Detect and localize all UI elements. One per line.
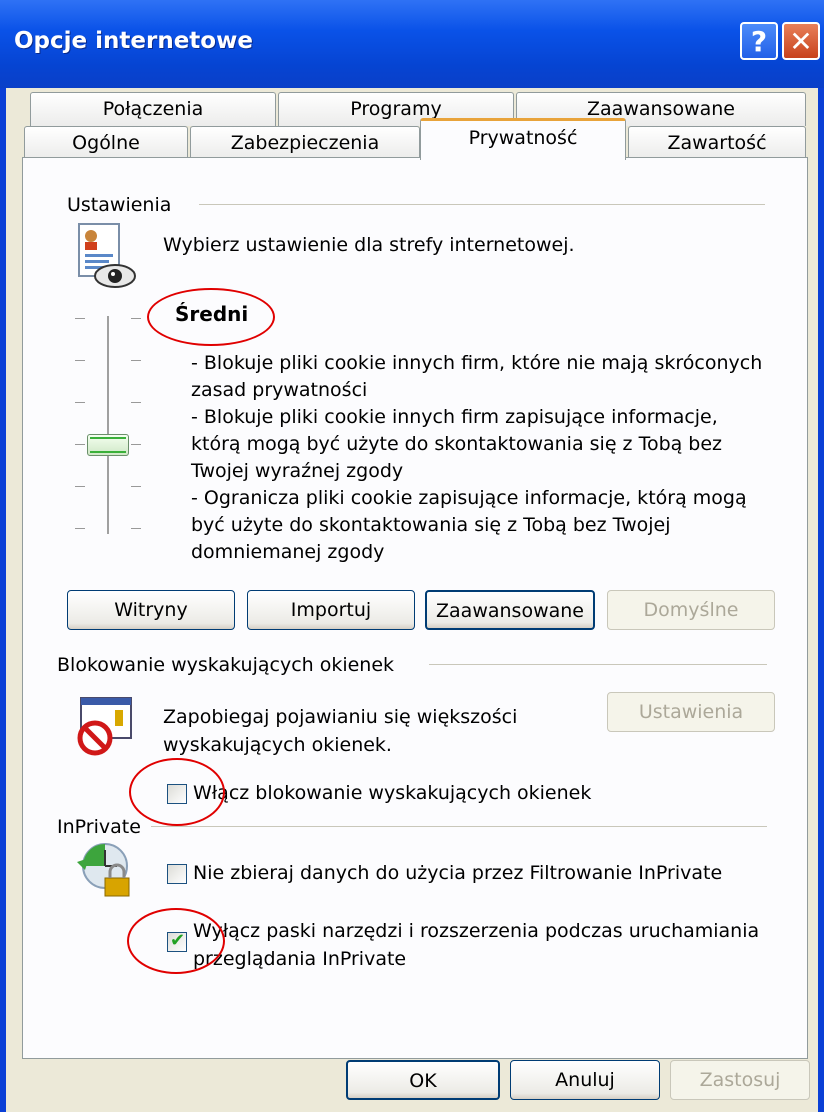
privacy-level-slider-thumb[interactable] bbox=[87, 434, 129, 456]
slider-tick bbox=[75, 402, 85, 403]
privacy-document-icon bbox=[78, 223, 136, 288]
title-bar[interactable]: Opcje internetowe ? ✕ bbox=[0, 0, 824, 88]
privacy-level-description: - Blokuje pliki cookie innych firm, któr… bbox=[191, 350, 762, 566]
slider-tick bbox=[131, 528, 141, 529]
description-line: którą mogą być użyte do skontaktowania s… bbox=[191, 433, 723, 455]
description-line: Twojej wyraźnej zgody bbox=[191, 460, 404, 482]
tab-prywatnosc[interactable]: Prywatność bbox=[420, 118, 626, 160]
privacy-level-slider-track[interactable] bbox=[103, 316, 115, 534]
tab-polaczenia[interactable]: Połączenia bbox=[30, 92, 276, 126]
tab-label: Prywatność bbox=[468, 127, 578, 149]
slider-tick bbox=[131, 318, 141, 319]
tab-label: Zawartość bbox=[667, 132, 767, 154]
popup-section-label: Blokowanie wyskakujących okienek bbox=[57, 654, 395, 676]
slider-tick bbox=[131, 360, 141, 361]
import-button[interactable]: Importuj bbox=[247, 590, 415, 630]
tab-label: Zaawansowane bbox=[587, 98, 735, 120]
popup-description-line2: wyskakujących okienek. bbox=[163, 734, 392, 756]
settings-section-label: Ustawienia bbox=[67, 194, 172, 216]
tab-ogolne[interactable]: Ogólne bbox=[24, 126, 188, 158]
window-title: Opcje internetowe bbox=[14, 28, 253, 54]
ok-button[interactable]: OK bbox=[346, 1060, 500, 1100]
privacy-panel: Ustawienia Wybierz ustawienie dla strefy… bbox=[22, 157, 808, 1059]
tab-label: Zabezpieczenia bbox=[230, 132, 380, 154]
section-divider bbox=[199, 204, 765, 205]
description-line: - Ogranicza pliki cookie zapisujące info… bbox=[191, 487, 747, 509]
description-line: być użyte do skontaktowania się z Tobą b… bbox=[191, 514, 671, 536]
disable-toolbars-checkbox-label-line2[interactable]: przeglądania InPrivate bbox=[193, 948, 406, 970]
sites-button[interactable]: Witryny bbox=[67, 590, 235, 630]
tab-zawartosc[interactable]: Zawartość bbox=[628, 126, 806, 158]
tab-label: Programy bbox=[350, 98, 442, 120]
inprivate-section-label: InPrivate bbox=[57, 816, 141, 838]
default-button[interactable]: Domyślne bbox=[607, 590, 775, 630]
tab-label: Ogólne bbox=[72, 132, 140, 154]
help-icon: ? bbox=[750, 25, 768, 58]
popup-blocker-checkbox-label[interactable]: Włącz blokowanie wyskakujących okienek bbox=[193, 782, 591, 804]
popup-settings-button[interactable]: Ustawienia bbox=[607, 692, 775, 732]
inprivate-lock-icon bbox=[77, 843, 130, 897]
zone-instruction: Wybierz ustawienie dla strefy internetow… bbox=[163, 234, 575, 256]
disable-toolbars-checkbox-label-line1[interactable]: Wyłącz paski narzędzi i rozszerzenia pod… bbox=[193, 920, 759, 942]
highlight-circle bbox=[129, 758, 225, 826]
slider-tick bbox=[75, 360, 85, 361]
help-button[interactable]: ? bbox=[740, 22, 778, 60]
highlight-circle bbox=[127, 908, 225, 974]
section-divider bbox=[429, 664, 767, 665]
slider-tick bbox=[75, 486, 85, 487]
inprivate-filtering-checkbox[interactable] bbox=[167, 864, 187, 884]
dialog-window: Opcje internetowe ? ✕ Połączenia Program… bbox=[0, 0, 824, 1112]
slider-tick bbox=[131, 444, 141, 445]
slider-tick bbox=[75, 318, 85, 319]
inprivate-filtering-checkbox-label[interactable]: Nie zbieraj danych do użycia przez Filtr… bbox=[193, 862, 722, 884]
slider-tick bbox=[131, 402, 141, 403]
slider-tick bbox=[75, 528, 85, 529]
description-line: - Blokuje pliki cookie innych firm zapis… bbox=[191, 406, 718, 428]
description-line: zasad prywatności bbox=[191, 379, 368, 401]
cancel-button[interactable]: Anuluj bbox=[510, 1060, 660, 1100]
close-button[interactable]: ✕ bbox=[782, 22, 820, 60]
description-line: domniemanej zgody bbox=[191, 541, 385, 563]
description-line: - Blokuje pliki cookie innych firm, któr… bbox=[191, 352, 763, 374]
close-icon: ✕ bbox=[789, 25, 813, 58]
advanced-button[interactable]: Zaawansowane bbox=[425, 590, 595, 630]
apply-button[interactable]: Zastosuj bbox=[670, 1060, 810, 1100]
slider-tick bbox=[131, 486, 141, 487]
popup-description-line1: Zapobiegaj pojawianiu się większości bbox=[163, 706, 518, 728]
popup-blocker-icon bbox=[77, 697, 132, 756]
section-divider bbox=[151, 826, 767, 827]
highlight-circle bbox=[147, 288, 275, 346]
tab-zabezpieczenia[interactable]: Zabezpieczenia bbox=[190, 126, 420, 158]
slider-tick bbox=[75, 444, 85, 445]
tab-label: Połączenia bbox=[102, 98, 204, 120]
